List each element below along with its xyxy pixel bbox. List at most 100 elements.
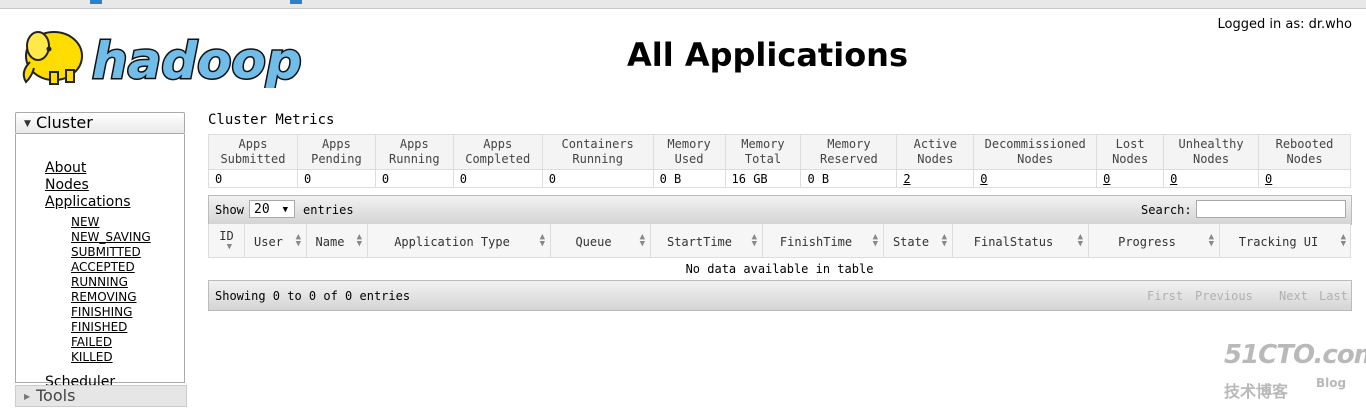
column-label: StartTime <box>666 235 733 249</box>
pager-previous-button[interactable]: Previous <box>1195 289 1253 303</box>
column-header-queue[interactable]: Queue ▲ ▼ <box>551 224 651 258</box>
metric-header: Memory Reserved <box>800 134 898 170</box>
elephant-icon <box>22 31 83 85</box>
dropdown-arrow-icon: ▼ <box>282 205 288 215</box>
metrics-value-row: 0 0 0 0 0 0 B 16 GB 0 B 2 0 0 0 0 <box>208 169 1351 188</box>
cluster-metrics-table: Apps Submitted Apps Pending Apps Running Ap… <box>208 134 1351 188</box>
nav-about[interactable]: About <box>45 160 86 176</box>
logged-in-status: Logged in as: dr.who <box>1217 17 1352 32</box>
show-label: Show <box>215 203 244 217</box>
column-label: ID <box>219 229 234 243</box>
active-nodes-link[interactable]: 2 <box>903 172 910 186</box>
nav-state-killed[interactable]: KILLED <box>71 350 113 364</box>
metric-value: 16 GB <box>724 169 802 188</box>
apps-table-footer: Showing 0 to 0 of 0 entries First Previo… <box>208 280 1352 311</box>
metric-cell: 0 <box>973 169 1098 188</box>
metric-value: 0 <box>208 169 298 188</box>
watermark-site: 51CTO.com <box>1224 340 1366 370</box>
column-label: State <box>892 235 930 249</box>
unhealthy-nodes-link[interactable]: 0 <box>1170 172 1177 186</box>
page-size-select[interactable]: 20 ▼ <box>249 200 295 218</box>
nav-state-finishing[interactable]: FINISHING <box>71 305 132 319</box>
nav-state-failed[interactable]: FAILED <box>71 335 112 349</box>
metric-cell: 0 <box>1163 169 1259 188</box>
column-header-name[interactable]: Name ▲ ▼ <box>307 224 368 258</box>
apps-table-header: ID ▼ User ▲ ▼ Name ▲ ▼ Application Type ▲ ▼… <box>208 224 1351 258</box>
column-label: Name <box>315 235 345 249</box>
pager-last-button[interactable]: Last <box>1319 289 1348 303</box>
metric-cell: 0 <box>1258 169 1351 188</box>
metrics-header-row: Apps Submitted Apps Pending Apps Running Ap… <box>208 134 1351 170</box>
pager-next-button[interactable]: Next <box>1279 289 1308 303</box>
nav-state-running[interactable]: RUNNING <box>71 275 128 289</box>
nav-state-submitted[interactable]: SUBMITTED <box>71 245 141 259</box>
column-header-starttime[interactable]: StartTime ▲ ▼ <box>651 224 763 258</box>
sort-icon: ▲ ▼ <box>941 232 947 249</box>
search-label: Search: <box>1141 203 1192 217</box>
column-label: Progress <box>1118 235 1176 249</box>
sort-icon: ▲ ▼ <box>1208 232 1214 249</box>
nav-state-accepted[interactable]: ACCEPTED <box>71 260 135 274</box>
metric-value: 0 <box>541 169 654 188</box>
sort-icon: ▲ ▼ <box>1340 232 1346 249</box>
nav-nodes[interactable]: Nodes <box>45 177 89 193</box>
sort-icon: ▲ ▼ <box>295 232 301 249</box>
page-size-value: 20 <box>254 202 270 217</box>
cluster-section-body: About Nodes Applications NEW NEW_SAVING … <box>15 134 185 390</box>
nav-state-finished[interactable]: FINISHED <box>71 320 127 334</box>
column-header-application-type[interactable]: Application Type ▲ ▼ <box>368 224 551 258</box>
metric-value: 0 B <box>800 169 898 188</box>
rebooted-nodes-link[interactable]: 0 <box>1265 172 1272 186</box>
lost-nodes-link[interactable]: 0 <box>1103 172 1110 186</box>
empty-table-message: No data available in table <box>685 262 874 276</box>
metric-value: 0 <box>374 169 454 188</box>
nav-state-new-saving[interactable]: NEW_SAVING <box>71 230 151 244</box>
sort-icon: ▲ ▼ <box>639 232 645 249</box>
decommissioned-nodes-link[interactable]: 0 <box>980 172 987 186</box>
column-header-finalstatus[interactable]: FinalStatus ▲ ▼ <box>953 224 1089 258</box>
page-title: All Applications <box>627 36 908 74</box>
nav-state-removing[interactable]: REMOVING <box>71 290 137 304</box>
metric-header: Active Nodes <box>896 134 975 170</box>
metric-value: 0 B <box>652 169 726 188</box>
column-header-state[interactable]: State ▲ ▼ <box>884 224 953 258</box>
browser-top-strip <box>0 0 1366 9</box>
column-header-finishtime[interactable]: FinishTime ▲ ▼ <box>763 224 884 258</box>
cluster-label: Cluster <box>36 113 93 132</box>
column-header-user[interactable]: User ▲ ▼ <box>245 224 307 258</box>
tools-label: Tools <box>36 386 76 405</box>
tab-marker <box>290 0 302 4</box>
tools-section-toggle[interactable]: ▶ Tools <box>15 385 187 407</box>
table-info: Showing 0 to 0 of 0 entries <box>215 289 411 303</box>
cluster-metrics-title: Cluster Metrics <box>208 112 335 128</box>
column-header-tracking-ui[interactable]: Tracking UI ▲ ▼ <box>1220 224 1351 258</box>
expand-triangle-icon: ▶ <box>24 392 31 401</box>
metric-header: Decommissioned Nodes <box>973 134 1098 170</box>
watermark-tagline: 技术博客 <box>1224 382 1289 401</box>
sort-icon: ▲ ▼ <box>1077 232 1083 249</box>
nav-applications[interactable]: Applications <box>45 194 131 210</box>
apps-table-toolbar: Show 20 ▼ entries Search: <box>208 195 1352 225</box>
sort-icon: ▲ ▼ <box>356 232 362 249</box>
metric-value: 0 <box>452 169 543 188</box>
sort-icon: ▲ ▼ <box>539 232 545 249</box>
pager-first-button[interactable]: First <box>1147 289 1183 303</box>
nav-state-new[interactable]: NEW <box>71 215 99 229</box>
tab-marker <box>90 0 102 4</box>
metric-header: Memory Total <box>724 134 802 170</box>
cluster-section-toggle[interactable]: ▼ Cluster <box>15 112 185 134</box>
hadoop-logo[interactable]: hadoop <box>16 16 316 88</box>
metric-header: Lost Nodes <box>1096 134 1165 170</box>
metric-header: Apps Pending <box>296 134 376 170</box>
column-label: Queue <box>575 235 612 249</box>
column-label: Tracking UI <box>1238 235 1319 249</box>
search-input[interactable] <box>1196 200 1346 218</box>
metric-header: Memory Used <box>652 134 726 170</box>
column-header-progress[interactable]: Progress ▲ ▼ <box>1089 224 1220 258</box>
collapse-triangle-icon: ▼ <box>24 119 31 129</box>
metric-header: Apps Running <box>374 134 454 170</box>
column-header-id[interactable]: ID ▼ <box>209 224 245 258</box>
column-label: Application Type <box>394 235 510 249</box>
logo-wordmark: hadoop <box>92 32 302 88</box>
metric-header: Containers Running <box>541 134 654 170</box>
